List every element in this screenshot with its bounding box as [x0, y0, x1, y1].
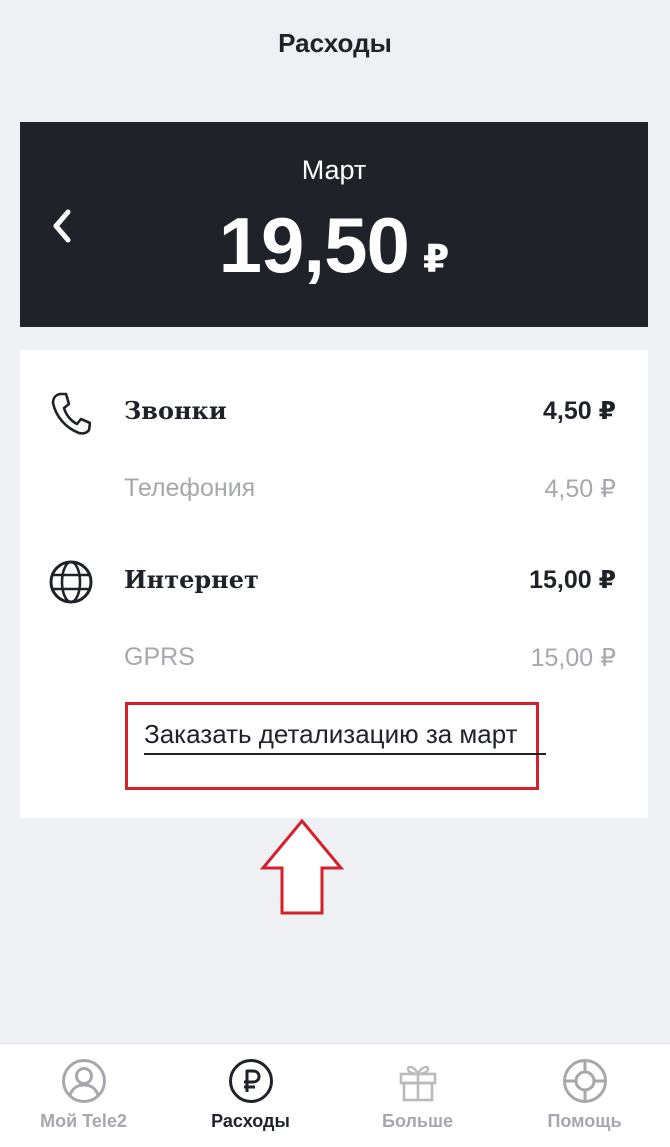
expense-group-label: Звонки — [124, 396, 227, 425]
ruble-icon — [228, 1058, 274, 1104]
nav-label: Больше — [382, 1111, 453, 1131]
month-name: Март — [301, 155, 367, 185]
lifebuoy-icon — [562, 1058, 608, 1104]
nav-label: Расходы — [211, 1111, 290, 1131]
phone-icon — [46, 388, 96, 438]
expenses-screen: Расходы Март 19,50 ₽ Звонки 4,50 ₽ Телефо… — [0, 0, 670, 1147]
nav-item-expenses[interactable]: Расходы — [167, 1044, 334, 1147]
user-icon — [61, 1058, 107, 1104]
nav-item-more[interactable]: Больше — [334, 1044, 501, 1147]
month-total-currency: ₽ — [422, 239, 450, 281]
expense-item-label: GPRS — [124, 643, 195, 671]
expense-item-label: Телефония — [124, 474, 256, 502]
month-summary-card: Март 19,50 ₽ — [20, 122, 648, 327]
bottom-navigation: Мой Tele2 Расходы Больше Помощь — [0, 1043, 670, 1147]
month-total-value: 19,50 — [218, 201, 410, 289]
expense-group-amount: 15,00 ₽ — [529, 566, 616, 594]
expense-item-gprs: GPRS 15,00 ₽ — [20, 627, 648, 687]
nav-item-my-tele2[interactable]: Мой Tele2 — [0, 1044, 167, 1147]
nav-label: Мой Tele2 — [40, 1111, 127, 1131]
expense-group-amount: 4,50 ₽ — [543, 397, 616, 425]
arrow-up-outline-icon — [260, 818, 344, 915]
expense-group-calls[interactable]: Звонки 4,50 ₽ — [20, 380, 648, 440]
page-title: Расходы — [278, 28, 392, 58]
expense-group-internet[interactable]: Интернет 15,00 ₽ — [20, 549, 648, 609]
expenses-details-card: Звонки 4,50 ₽ Телефония 4,50 ₽ Интернет … — [20, 350, 648, 818]
nav-label: Помощь — [547, 1111, 622, 1131]
nav-item-help[interactable]: Помощь — [501, 1044, 668, 1147]
expense-group-label: Интернет — [124, 565, 259, 594]
month-total: 19,50 ₽ — [20, 200, 648, 291]
globe-icon — [46, 557, 96, 607]
expense-item-amount: 4,50 ₽ — [544, 475, 616, 503]
order-details-link[interactable]: Заказать детализацию за март — [144, 719, 546, 755]
expense-item-amount: 15,00 ₽ — [530, 644, 616, 672]
expense-item-telephony: Телефония 4,50 ₽ — [20, 458, 648, 518]
gift-icon — [395, 1058, 441, 1104]
